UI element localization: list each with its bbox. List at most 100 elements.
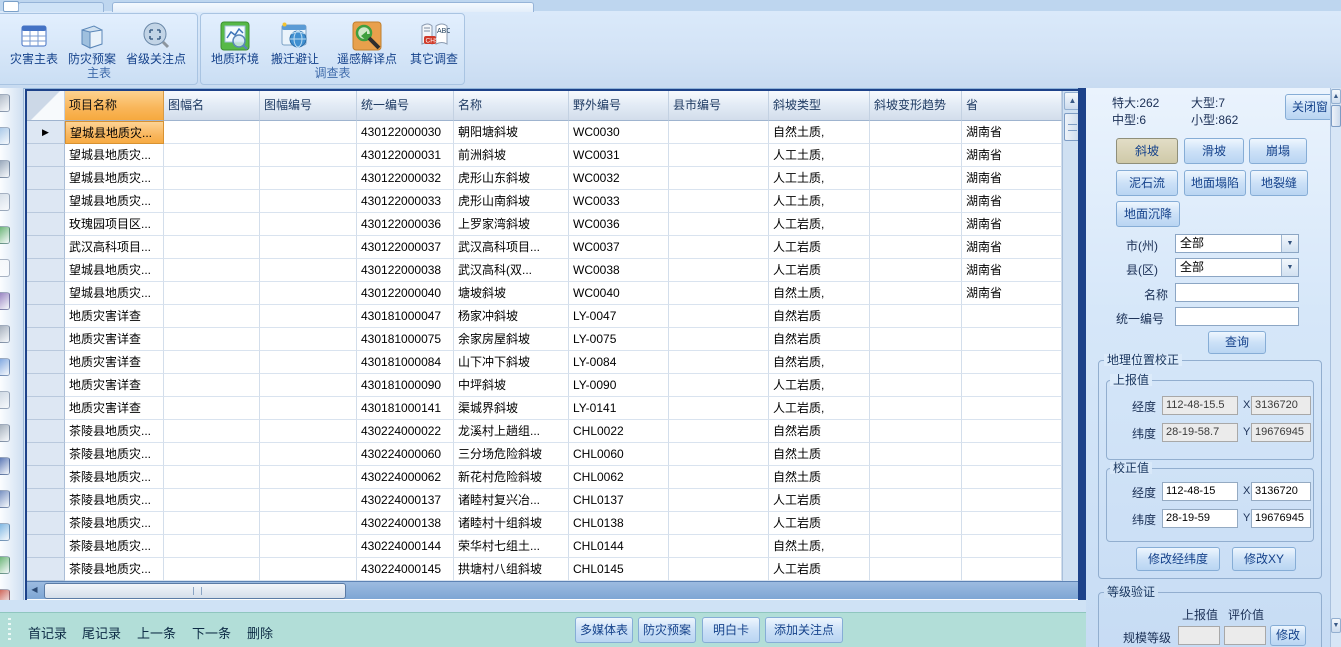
table-cell[interactable] bbox=[164, 535, 260, 558]
table-cell[interactable] bbox=[870, 328, 962, 351]
table-cell[interactable]: 430122000033 bbox=[357, 190, 454, 213]
table-cell[interactable] bbox=[164, 443, 260, 466]
table-cell[interactable] bbox=[260, 420, 357, 443]
table-cell[interactable]: CHL0144 bbox=[569, 535, 669, 558]
table-cell[interactable]: 玫瑰园项目区... bbox=[65, 213, 164, 236]
table-cell[interactable] bbox=[164, 558, 260, 581]
left-toolbar-icon-fragment[interactable] bbox=[0, 556, 10, 574]
table-cell[interactable]: 地质灾害详查 bbox=[65, 305, 164, 328]
table-cell[interactable] bbox=[260, 236, 357, 259]
table-cell[interactable] bbox=[260, 259, 357, 282]
table-cell[interactable] bbox=[164, 144, 260, 167]
corrected-x-field[interactable]: 3136720 bbox=[1251, 482, 1311, 501]
table-cell[interactable]: 430122000032 bbox=[357, 167, 454, 190]
table-cell[interactable]: WC0032 bbox=[569, 167, 669, 190]
table-cell[interactable] bbox=[962, 512, 1062, 535]
table-cell[interactable] bbox=[962, 489, 1062, 512]
row-selector[interactable] bbox=[27, 236, 65, 259]
modify-xy-button[interactable]: 修改XY bbox=[1232, 547, 1296, 571]
left-toolbar-icon-fragment[interactable] bbox=[0, 259, 10, 277]
horizontal-scroll-thumb[interactable] bbox=[44, 583, 346, 599]
table-cell[interactable] bbox=[669, 443, 769, 466]
table-cell[interactable]: 自然土质 bbox=[769, 443, 870, 466]
table-cell[interactable]: 杨家冲斜坡 bbox=[454, 305, 569, 328]
app-menu-icon[interactable] bbox=[3, 1, 19, 12]
modify-latlon-button[interactable]: 修改经纬度 bbox=[1136, 547, 1220, 571]
table-cell[interactable]: 430224000062 bbox=[357, 466, 454, 489]
type-button-collapse[interactable]: 崩塌 bbox=[1249, 138, 1307, 164]
scroll-left-icon[interactable]: ◀ bbox=[27, 583, 42, 597]
table-cell[interactable]: 430181000084 bbox=[357, 351, 454, 374]
left-toolbar-icon-fragment[interactable] bbox=[0, 193, 10, 211]
table-cell[interactable] bbox=[669, 374, 769, 397]
table-cell[interactable] bbox=[870, 282, 962, 305]
table-cell[interactable]: 人工岩质 bbox=[769, 259, 870, 282]
table-cell[interactable] bbox=[962, 443, 1062, 466]
table-cell[interactable] bbox=[164, 167, 260, 190]
left-toolbar-icon-fragment[interactable] bbox=[0, 160, 10, 178]
row-selector[interactable] bbox=[27, 328, 65, 351]
table-cell[interactable] bbox=[164, 328, 260, 351]
table-cell[interactable] bbox=[870, 190, 962, 213]
row-selector[interactable] bbox=[27, 512, 65, 535]
table-cell[interactable]: 荣华村七组土... bbox=[454, 535, 569, 558]
table-cell[interactable] bbox=[870, 489, 962, 512]
unified-code-input[interactable] bbox=[1175, 307, 1299, 326]
table-cell[interactable] bbox=[164, 489, 260, 512]
table-cell[interactable]: 人工土质, bbox=[769, 144, 870, 167]
disaster-master-table-button[interactable]: 灾害主表 bbox=[3, 18, 65, 80]
ribbon-tab[interactable] bbox=[18, 2, 104, 12]
table-cell[interactable]: 人工岩质, bbox=[769, 397, 870, 420]
table-cell[interactable]: 430122000037 bbox=[357, 236, 454, 259]
table-cell[interactable] bbox=[164, 512, 260, 535]
row-selector[interactable] bbox=[27, 420, 65, 443]
table-cell[interactable]: 塘坡斜坡 bbox=[454, 282, 569, 305]
table-cell[interactable]: 武汉高科项目... bbox=[454, 236, 569, 259]
table-cell[interactable] bbox=[962, 535, 1062, 558]
table-cell[interactable] bbox=[870, 558, 962, 581]
table-cell[interactable] bbox=[260, 558, 357, 581]
table-cell[interactable]: 湖南省 bbox=[962, 144, 1062, 167]
table-cell[interactable] bbox=[962, 397, 1062, 420]
row-selector[interactable] bbox=[27, 374, 65, 397]
left-toolbar-icon-fragment[interactable] bbox=[0, 523, 10, 541]
table-cell[interactable]: 龙溪村上趟组... bbox=[454, 420, 569, 443]
table-cell[interactable] bbox=[164, 397, 260, 420]
table-cell[interactable]: 虎形山南斜坡 bbox=[454, 190, 569, 213]
table-cell[interactable] bbox=[260, 213, 357, 236]
table-cell[interactable] bbox=[164, 282, 260, 305]
table-cell[interactable]: 余家房屋斜坡 bbox=[454, 328, 569, 351]
table-cell[interactable]: LY-0084 bbox=[569, 351, 669, 374]
scroll-down-icon[interactable]: ▼ bbox=[1331, 618, 1341, 633]
table-cell[interactable]: 湖南省 bbox=[962, 213, 1062, 236]
column-header[interactable]: 省 bbox=[962, 91, 1062, 121]
table-cell[interactable] bbox=[962, 374, 1062, 397]
table-cell[interactable]: WC0031 bbox=[569, 144, 669, 167]
table-cell[interactable] bbox=[870, 144, 962, 167]
table-cell[interactable] bbox=[669, 282, 769, 305]
column-header[interactable]: 斜坡变形趋势 bbox=[870, 91, 962, 121]
table-cell[interactable] bbox=[669, 420, 769, 443]
table-cell[interactable]: 自然土质, bbox=[769, 121, 870, 144]
table-cell[interactable] bbox=[962, 466, 1062, 489]
table-cell[interactable] bbox=[962, 351, 1062, 374]
table-cell[interactable] bbox=[260, 190, 357, 213]
panel-scroll-thumb[interactable] bbox=[1331, 105, 1341, 127]
city-dropdown[interactable]: 全部 ▼ bbox=[1175, 234, 1299, 253]
left-toolbar-icon-fragment[interactable] bbox=[0, 424, 10, 442]
table-cell[interactable] bbox=[260, 328, 357, 351]
table-cell[interactable]: 自然土质, bbox=[769, 535, 870, 558]
table-cell[interactable] bbox=[962, 558, 1062, 581]
table-cell[interactable]: 430122000031 bbox=[357, 144, 454, 167]
row-selector[interactable] bbox=[27, 466, 65, 489]
column-header[interactable]: 图幅名 bbox=[164, 91, 260, 121]
modify-grade-button[interactable]: 修改 bbox=[1270, 625, 1306, 646]
table-cell[interactable]: 人工土质, bbox=[769, 190, 870, 213]
table-cell[interactable]: 茶陵县地质灾... bbox=[65, 512, 164, 535]
table-cell[interactable] bbox=[870, 351, 962, 374]
toolbar-grip[interactable] bbox=[8, 618, 11, 643]
row-selector[interactable] bbox=[27, 443, 65, 466]
row-selector[interactable] bbox=[27, 213, 65, 236]
table-cell[interactable]: LY-0047 bbox=[569, 305, 669, 328]
left-toolbar-icon-fragment[interactable] bbox=[0, 94, 10, 112]
